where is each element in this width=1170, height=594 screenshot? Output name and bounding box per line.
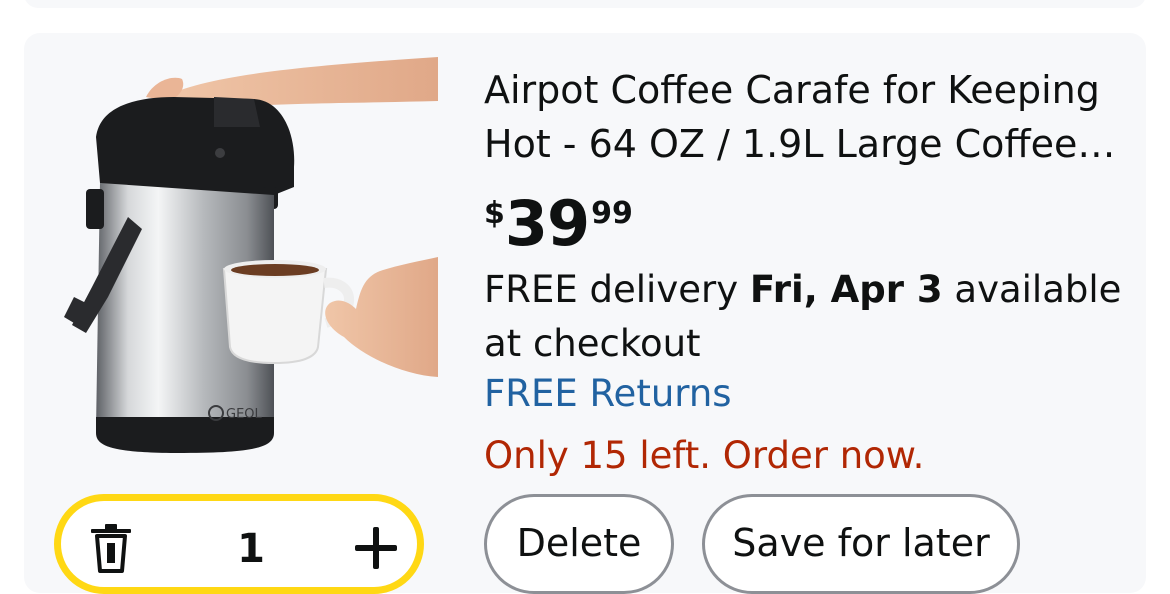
delete-button[interactable]: Delete: [484, 494, 674, 594]
price-fraction: 99: [591, 196, 633, 231]
cart-item-card: GEOL Airpot Coffee Carafe for Keeping Ho…: [24, 33, 1146, 594]
delivery-date: Fri, Apr 3: [749, 268, 943, 311]
free-returns-link[interactable]: FREE Returns: [484, 369, 732, 419]
coffee-airpot-image: GEOL: [64, 57, 438, 453]
stock-warning: Only 15 left. Order now.: [484, 434, 925, 477]
price-currency: $: [484, 196, 505, 231]
trash-icon[interactable]: [89, 523, 133, 573]
plus-icon[interactable]: [351, 523, 401, 573]
previous-cart-item: [24, 0, 1146, 8]
price-whole: 39: [504, 187, 590, 260]
brand-text: GEOL: [226, 407, 263, 422]
delivery-prefix: FREE delivery: [484, 268, 750, 311]
product-title[interactable]: Airpot Coffee Carafe for Keeping Hot - 6…: [484, 63, 1129, 171]
product-image[interactable]: GEOL: [64, 57, 438, 461]
save-for-later-button[interactable]: Save for later: [702, 494, 1020, 594]
quantity-value: 1: [237, 526, 265, 572]
price: $ 39 99: [484, 191, 633, 257]
delivery-info: FREE delivery Fri, Apr 3 available at ch…: [484, 263, 1124, 371]
quantity-stepper[interactable]: 1: [54, 494, 424, 594]
